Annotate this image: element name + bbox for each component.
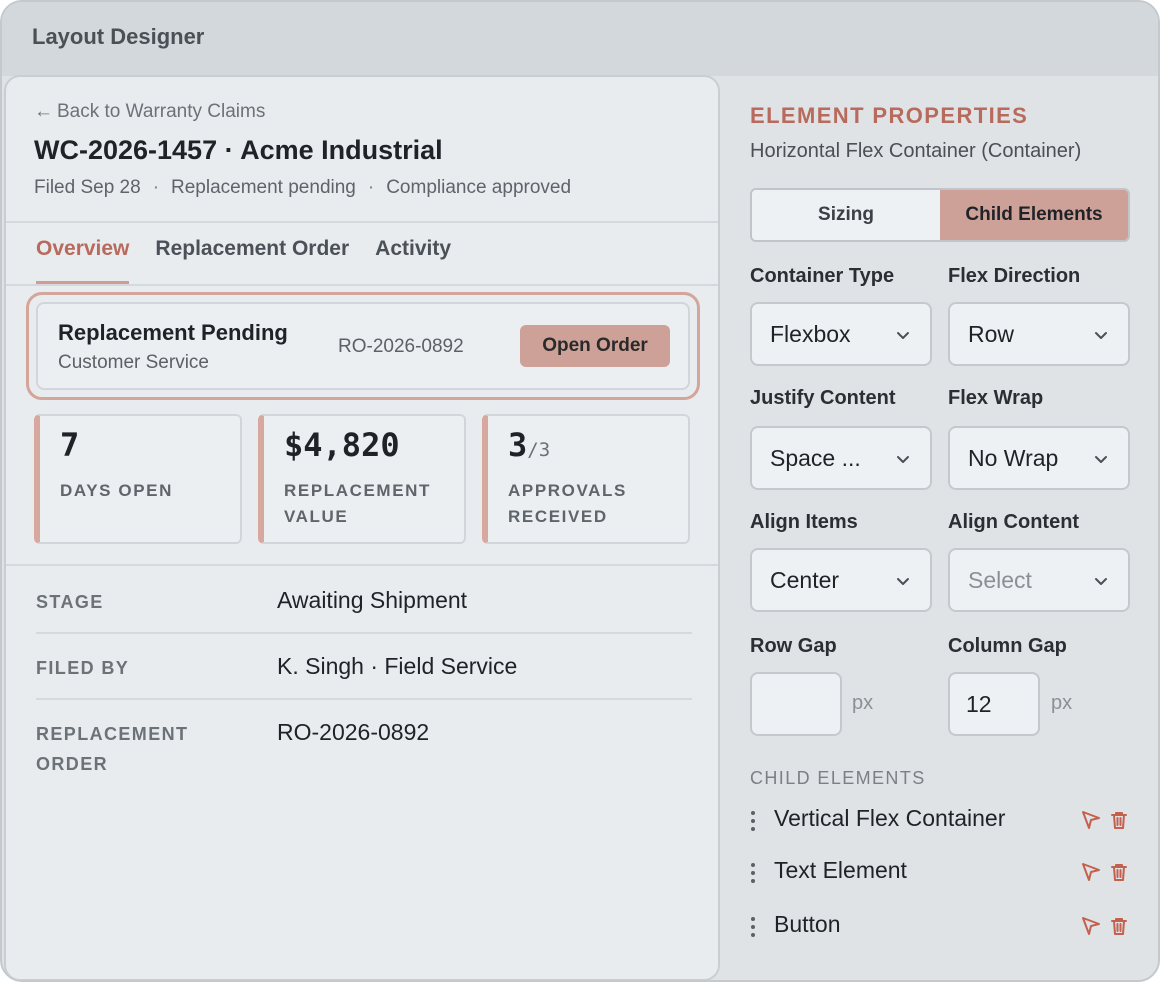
flex-direction-label: Flex Direction (948, 265, 1081, 287)
container-type-select[interactable]: Flexbox (750, 302, 932, 366)
child-element-name: Vertical Flex Container (774, 805, 1006, 831)
justify-content-label: Justify Content (750, 387, 896, 409)
detail-value: RO-2026-0892 (277, 719, 430, 745)
divider (6, 564, 718, 566)
column-gap-label: Column Gap (948, 635, 1067, 657)
select-value: No Wrap (968, 444, 1059, 471)
back-link-label: Back to Warranty Claims (57, 101, 266, 122)
child-element-item[interactable]: Vertical Flex Container (750, 803, 1130, 839)
meta-replacement: Replacement pending (171, 177, 356, 198)
properties-title: ELEMENT PROPERTIES (750, 103, 1029, 128)
meta-separator: · (367, 177, 375, 198)
select-value: Row (968, 320, 1015, 347)
app-window: Layout Designer ← Back to Warranty Claims… (0, 0, 1160, 982)
chevron-down-icon (897, 578, 909, 585)
container-type-label: Container Type (750, 265, 895, 287)
stat-card-replacement-value: $4,820 REPLACEMENT VALUE (258, 414, 466, 544)
chevron-down-icon (897, 456, 909, 463)
align-content-select[interactable]: Select (948, 548, 1130, 612)
properties-segment-control: Sizing Child Elements (750, 188, 1130, 242)
segment-child-elements[interactable]: Child Elements (940, 190, 1128, 240)
select-value: Flexbox (770, 320, 851, 347)
meta-filed: Filed Sep 28 (34, 177, 141, 198)
trash-icon[interactable] (1108, 809, 1130, 831)
cursor-arrow-icon[interactable] (1080, 809, 1102, 831)
row-divider (36, 632, 692, 634)
justify-content-select[interactable]: Space ... (750, 426, 932, 490)
tab-bar: Overview Replacement Order Activity (36, 237, 451, 284)
status-title: Replacement Pending (58, 320, 288, 345)
flex-wrap-label: Flex Wrap (948, 387, 1044, 409)
row-gap-input[interactable] (750, 672, 842, 736)
column-gap-unit: px (1051, 692, 1073, 714)
align-items-label: Align Items (750, 511, 858, 533)
chevron-down-icon (1095, 332, 1107, 339)
stat-label: APPROVALS RECEIVED (508, 481, 627, 526)
drag-handle-icon[interactable] (750, 915, 756, 939)
detail-key: REPLACEMENT ORDER (36, 724, 189, 774)
chevron-down-icon (1095, 578, 1107, 585)
trash-icon[interactable] (1108, 861, 1130, 883)
stat-value-wrap: 3/3 (508, 426, 688, 472)
stat-label: REPLACEMENT VALUE (284, 481, 431, 526)
flex-wrap-select[interactable]: No Wrap (948, 426, 1130, 490)
segment-sizing[interactable]: Sizing (752, 190, 940, 240)
title-bar: Layout Designer (2, 2, 1158, 76)
row-divider (36, 698, 692, 700)
child-element-name: Button (774, 911, 841, 937)
chevron-down-icon (1095, 456, 1107, 463)
stat-card-approvals: 3/3 APPROVALS RECEIVED (482, 414, 690, 544)
row-gap-unit: px (852, 692, 874, 714)
stat-card-days-open: 7 DAYS OPEN (34, 414, 242, 544)
window-title: Layout Designer (32, 24, 205, 49)
stat-value: 3 (508, 426, 528, 464)
status-card-selected[interactable]: Replacement Pending Customer Service RO-… (26, 292, 700, 400)
stat-label: DAYS OPEN (60, 481, 173, 500)
page-title: WC-2026-1457 · Acme Industrial (34, 135, 443, 165)
column-gap-input[interactable]: 12 (948, 672, 1040, 736)
detail-key: FILED BY (36, 658, 130, 678)
properties-panel: ELEMENT PROPERTIES Horizontal Flex Conta… (722, 76, 1158, 980)
align-items-select[interactable]: Center (750, 548, 932, 612)
trash-icon[interactable] (1108, 915, 1130, 937)
open-order-button[interactable]: Open Order (520, 325, 670, 367)
meta-separator: · (152, 177, 160, 198)
select-value: Space ... (770, 444, 861, 471)
detail-value: K. Singh · Field Service (277, 653, 518, 679)
select-value: Center (770, 566, 840, 593)
status-card: Replacement Pending Customer Service RO-… (36, 302, 690, 390)
drag-handle-icon[interactable] (750, 809, 756, 833)
flex-direction-select[interactable]: Row (948, 302, 1130, 366)
detail-value: Awaiting Shipment (277, 587, 468, 613)
stat-value: $4,820 (284, 426, 400, 464)
back-link[interactable]: ← Back to Warranty Claims (34, 101, 265, 123)
properties-subtitle: Horizontal Flex Container (Container) (750, 140, 1082, 162)
detail-key: STAGE (36, 592, 104, 612)
stat-value: 7 (60, 426, 80, 464)
child-element-item[interactable]: Text Element (750, 855, 1130, 891)
claim-meta: Filed Sep 28 · Replacement pending · Com… (34, 177, 571, 199)
stat-denominator: /3 (527, 439, 551, 461)
select-placeholder: Select (968, 566, 1032, 593)
child-element-item[interactable]: Button (750, 909, 1130, 945)
tab-overview[interactable]: Overview (36, 237, 130, 284)
divider (6, 221, 718, 223)
row-gap-label: Row Gap (750, 635, 837, 657)
child-element-name: Text Element (774, 857, 907, 883)
status-subtitle: Customer Service (58, 352, 209, 373)
tab-activity[interactable]: Activity (375, 237, 451, 284)
back-arrow-icon: ← (34, 101, 53, 122)
cursor-arrow-icon[interactable] (1080, 861, 1102, 883)
child-elements-title: CHILD ELEMENTS (750, 768, 926, 788)
status-reference: RO-2026-0892 (338, 336, 464, 357)
chevron-down-icon (897, 332, 909, 339)
meta-compliance: Compliance approved (386, 177, 572, 198)
cursor-arrow-icon[interactable] (1080, 915, 1102, 937)
tab-replacement-order[interactable]: Replacement Order (155, 237, 349, 284)
divider (6, 284, 718, 286)
align-content-label: Align Content (948, 511, 1080, 533)
drag-handle-icon[interactable] (750, 861, 756, 885)
preview-panel: ← Back to Warranty Claims WC-2026-1457 · … (4, 75, 720, 980)
